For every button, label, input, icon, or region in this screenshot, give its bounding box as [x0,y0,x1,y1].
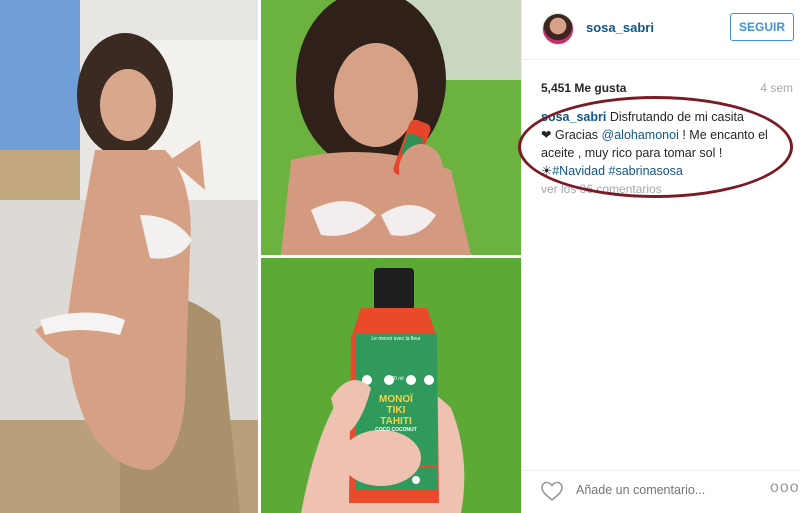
photo-bikini-chair [0,0,258,513]
bottle-volume: 120 ml [388,376,404,382]
hashtag-navidad[interactable]: #Navidad [552,164,605,178]
bottle-brand-line-1: MONOÏ [379,394,413,405]
post-media[interactable]: Le monoï avec la fleur 120 ml MONOÏ TIKI… [0,0,521,513]
bottle-brand-line-2: TIKI [386,405,406,416]
hashtag-sabrinasosa[interactable]: #sabrinasosa [609,164,683,178]
like-heart-icon[interactable] [540,480,564,502]
view-comments-link[interactable]: ver los 36 comentarios [541,182,662,196]
sun-emoji-icon: ☀ [541,164,553,178]
caption-text-2: Gracias [554,128,599,142]
add-comment-input[interactable] [576,483,756,497]
photo-selfie-grass [261,0,521,255]
bottle-brand-line-3: TAHITI [380,416,412,427]
caption-mention[interactable]: @alohamonoi [602,128,679,142]
post-header: sosa_sabri SEGUIR [522,0,800,60]
caption-text-1: Disfrutando de mi casita [609,110,744,124]
comment-bar: ooo [522,470,800,513]
likes-count[interactable]: 5,451 Me gusta [541,81,626,95]
likes-row: 5,451 Me gusta 4 sem [541,81,793,97]
caption-author[interactable]: sosa_sabri [541,110,606,124]
more-options-icon[interactable]: ooo [770,479,800,497]
follow-button[interactable]: SEGUIR [730,13,794,41]
bottle-label-text: Le monoï avec la fleur 120 ml MONOÏ TIKI… [357,336,435,434]
avatar[interactable] [542,13,574,45]
bottle-tagline: Le monoï avec la fleur [371,336,421,342]
instagram-post: Le monoï avec la fleur 120 ml MONOÏ TIKI… [0,0,800,513]
heart-emoji-icon: ❤ [541,128,552,142]
photo-monoi-bottle: Le monoï avec la fleur 120 ml MONOÏ TIKI… [261,258,521,513]
bottle-variant: COCO COCONUT [375,427,417,433]
post-sidebar: sosa_sabri SEGUIR 5,451 Me gusta 4 sem s… [521,0,800,513]
post-caption: sosa_sabri Disfrutando de mi casita ❤ Gr… [541,108,795,180]
post-timestamp[interactable]: 4 sem [760,81,793,95]
username-link[interactable]: sosa_sabri [586,20,654,35]
